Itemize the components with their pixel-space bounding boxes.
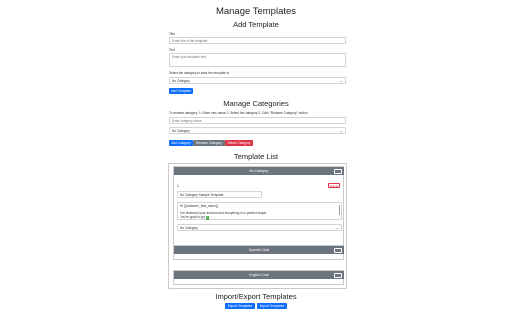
template-text-area[interactable]: Hi {{customer_first_name}}, I've reviewe…	[177, 202, 342, 220]
chevron-down-icon: ⌄	[335, 224, 339, 230]
category-card-spanish-chat: Spanish Chat +	[173, 245, 344, 260]
add-category-button[interactable]: Add Category	[169, 140, 193, 146]
add-template-heading: Add Template	[233, 20, 279, 29]
manage-categories-heading: Manage Categories	[223, 99, 289, 108]
expand-toggle-button[interactable]: +	[334, 272, 342, 278]
template-category-select[interactable]: No Category ⌄	[169, 77, 346, 84]
export-templates-button[interactable]: Export Templates	[225, 303, 255, 309]
template-list-heading: Template List	[233, 152, 279, 161]
delete-category-button[interactable]: Delete Category	[225, 140, 253, 146]
template-text-line: You're good to go ✓	[180, 215, 210, 220]
plus-icon: +	[336, 247, 340, 252]
template-title-input[interactable]	[177, 191, 262, 198]
delete-template-button[interactable]: Delete	[328, 183, 340, 188]
check-emoji-icon: ✓	[205, 215, 210, 220]
page-title: Manage Templates	[215, 6, 297, 17]
category-header[interactable]: English Chat +	[174, 271, 344, 279]
rename-instructions: To rename category: 1. Enter new name 2.…	[169, 111, 308, 115]
import-export-heading: Import/Export Templates	[215, 292, 297, 301]
category-select-label: Select the category to save the template…	[169, 71, 230, 75]
category-name-input[interactable]	[169, 117, 346, 124]
template-category-value: No Category	[172, 78, 190, 83]
expand-toggle-button[interactable]: +	[334, 247, 342, 253]
title-label: Title	[169, 32, 175, 36]
plus-icon: +	[336, 272, 340, 277]
category-select-value: No Category	[172, 128, 190, 133]
category-header[interactable]: No Category −	[174, 167, 344, 175]
category-select[interactable]: No Category ⌄	[169, 127, 346, 134]
import-templates-button[interactable]: Import Templates	[257, 303, 287, 309]
title-input[interactable]	[169, 37, 346, 44]
add-template-button[interactable]: Add Template	[169, 88, 193, 94]
text-label: Text	[169, 48, 175, 52]
collapse-toggle-button[interactable]: −	[334, 168, 342, 174]
template-category-dropdown[interactable]: No Category ⌄	[177, 224, 342, 231]
text-input[interactable]	[169, 53, 346, 67]
category-card-english-chat: English Chat +	[173, 270, 344, 285]
category-header[interactable]: Spanish Chat +	[174, 246, 344, 254]
template-list-panel: No Category − 1 Delete Hi {{customer_fir…	[168, 163, 347, 289]
category-card-no-category: No Category − 1 Delete Hi {{customer_fir…	[173, 166, 344, 246]
chevron-down-icon: ⌄	[339, 127, 343, 133]
category-header-label: No Category	[249, 169, 269, 173]
category-header-label: Spanish Chat	[248, 248, 270, 252]
template-index: 1	[177, 184, 179, 188]
rename-category-button[interactable]: Rename Category	[193, 140, 225, 146]
chevron-down-icon: ⌄	[339, 77, 343, 83]
minus-icon: −	[336, 168, 340, 173]
template-category-dropdown-value: No Category	[180, 225, 198, 230]
textarea-scrollbar[interactable]	[338, 205, 340, 215]
category-header-label: English Chat	[249, 273, 269, 277]
